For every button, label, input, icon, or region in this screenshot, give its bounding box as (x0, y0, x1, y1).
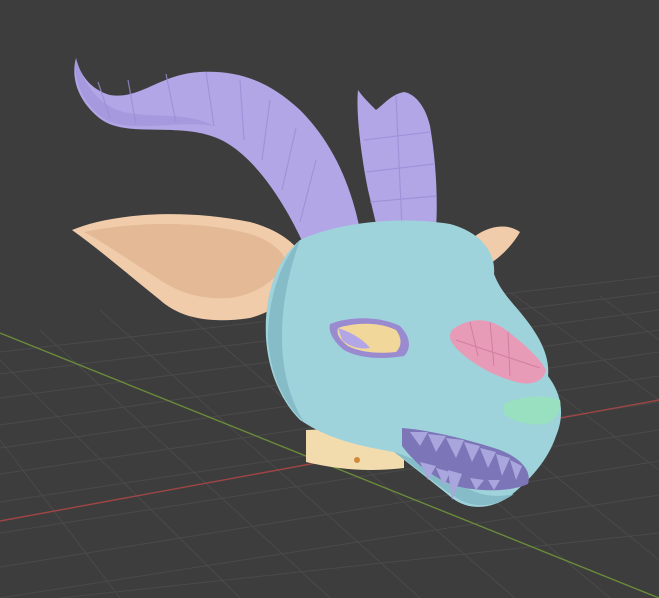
viewport-scene[interactable] (0, 0, 659, 598)
3d-viewport[interactable] (0, 0, 659, 598)
neck-vertex-marker (354, 457, 360, 463)
